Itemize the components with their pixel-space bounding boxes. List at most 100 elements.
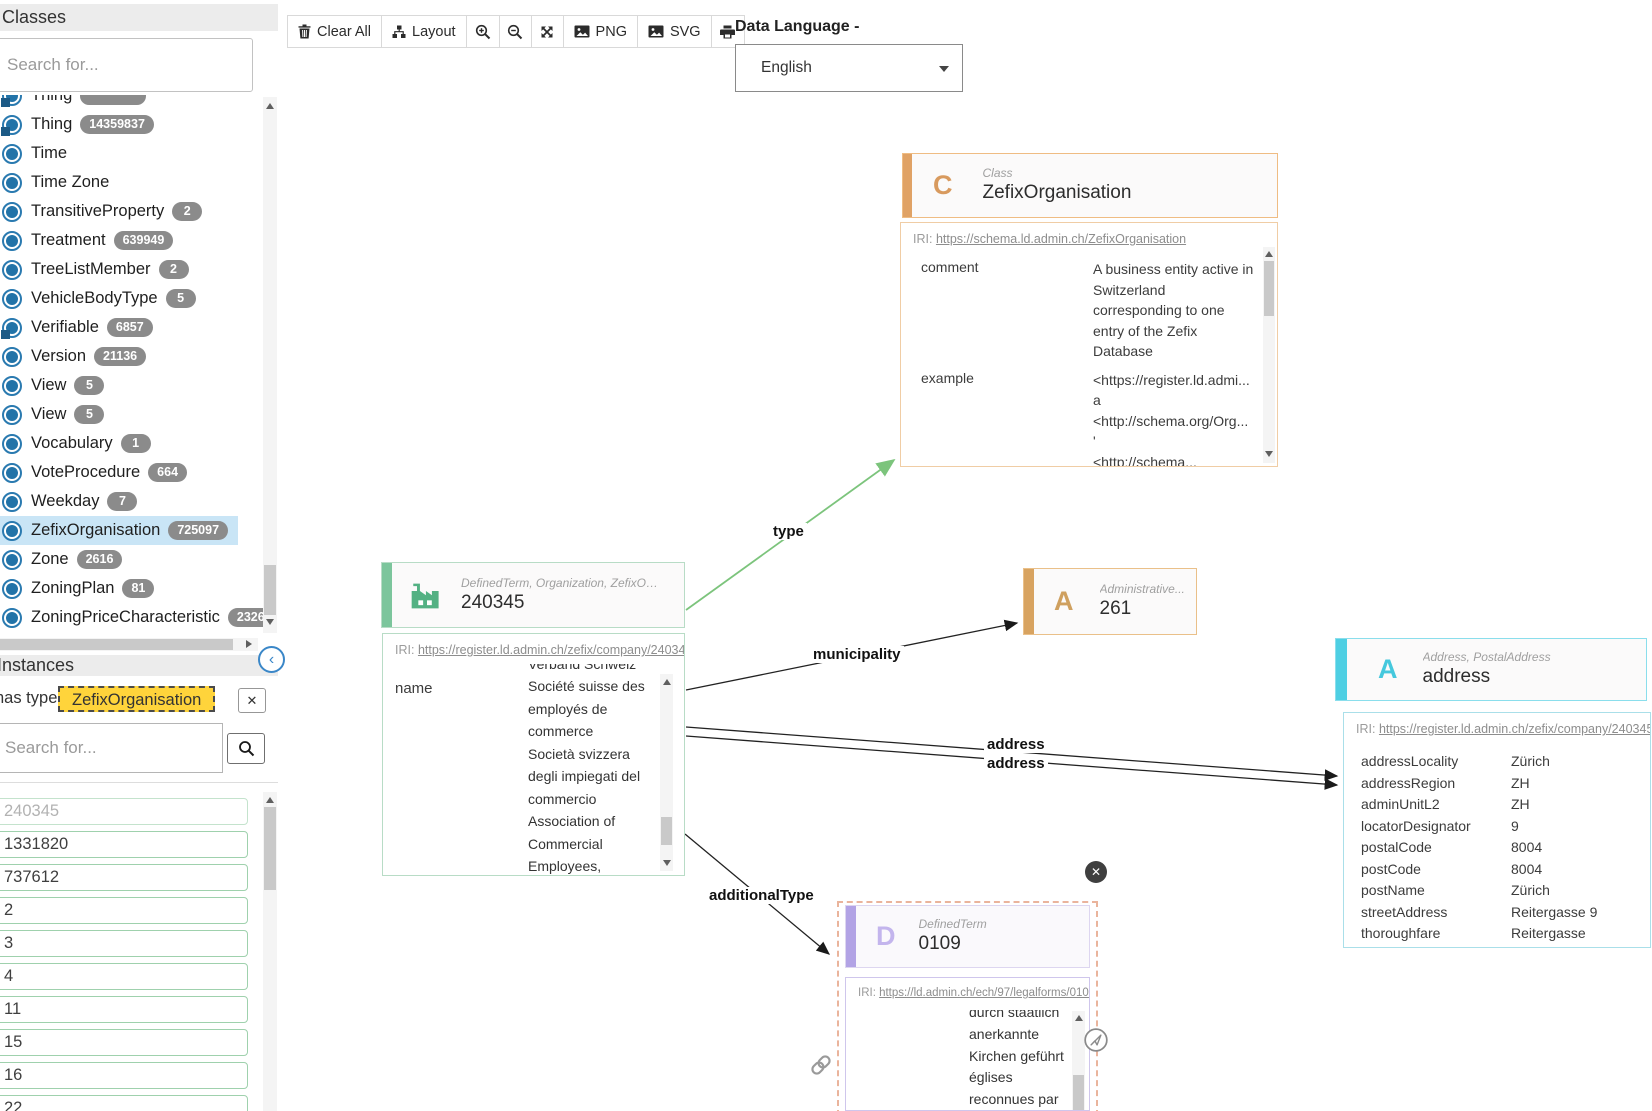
class-list-item[interactable]: VoteProcedure 664 [0,458,197,487]
link-icon[interactable] [808,1052,834,1083]
edge-label-type: type [770,523,807,540]
zoom-in-button[interactable] [466,15,500,48]
legalform-node-header[interactable]: D DefinedTerm 0109 [845,905,1090,968]
class-list-item-partial[interactable]: Thing [0,95,156,110]
instance-list-item[interactable]: 11 [0,996,248,1023]
language-select[interactable]: English [735,44,963,92]
node-scrollbar[interactable] [1263,247,1275,463]
classes-list: Thing Thing 14359837 Time Time Zone [0,95,263,635]
count-badge: 664 [148,463,187,482]
clear-all-button[interactable]: Clear All [287,15,382,48]
printer-icon [720,25,735,39]
class-letter-icon: C [933,170,953,201]
class-label: ZoningPriceCharacteristic [31,608,220,627]
instances-search-input[interactable] [0,723,223,773]
company-node-header[interactable]: DefinedTerm, Organization, ZefixOrganisa… [381,562,685,628]
count-badge: 1 [121,434,151,453]
iri-prefix: IRI: [858,987,876,999]
has-type-chip[interactable]: ZefixOrganisation [58,686,215,712]
address-letter-icon: A [1378,654,1398,685]
legalform-value: reconnues par [969,1089,1069,1111]
classes-scrollbar[interactable] [263,97,277,633]
iri-link[interactable]: https://ld.admin.ch/ech/97/legalforms/01… [879,987,1089,999]
close-node-button[interactable]: ✕ [1085,861,1107,883]
fit-view-button[interactable] [531,15,564,48]
node-kinds-label: Administrative... [1100,582,1185,597]
count-badge: 5 [74,405,104,424]
instances-scrollbar[interactable] [263,792,277,1111]
zoom-out-button[interactable] [499,15,532,48]
class-label: VoteProcedure [31,463,140,482]
class-list-item[interactable]: Time [0,139,77,168]
instance-list-item[interactable]: 1331820 [0,831,248,858]
classes-header-label: Classes [2,7,66,27]
address-node-details: IRI: https://register.ld.admin.ch/zefix/… [1343,712,1651,948]
class-node-header[interactable]: C Class ZefixOrganisation [902,153,1278,218]
class-list-item[interactable]: VehicleBodyType 5 [0,284,206,313]
property-value: Zürich [1511,751,1550,773]
class-list-item[interactable]: ZoningPriceCharacteristic 2326 [0,603,263,632]
instance-list-item[interactable]: 737612 [0,864,248,891]
instances-search-button[interactable] [227,733,265,764]
instance-list-item[interactable]: 15 [0,1029,248,1056]
classes-horizontal-scrollbar[interactable] [0,638,258,651]
class-icon [2,115,22,135]
node-title: 240345 [461,591,661,615]
class-list-item[interactable]: Thing 14359837 [0,110,164,139]
class-list-item[interactable]: View 5 [0,371,114,400]
class-list-item[interactable]: Version 21136 [0,342,156,371]
sidebar-collapse-button[interactable]: ‹ [258,646,285,673]
address-node-header[interactable]: A Address, PostalAddress address [1335,638,1647,701]
class-list-item[interactable]: View 5 [0,400,114,429]
class-label: Weekday [31,492,99,511]
instance-list-item[interactable]: 22 [0,1095,248,1111]
instance-list-item[interactable]: 2 [0,897,248,924]
classes-search-input[interactable] [0,38,253,92]
instance-list-item[interactable]: 16 [0,1062,248,1089]
has-type-filter-row: has type ZefixOrganisation ✕ [0,686,278,712]
has-type-clear-button[interactable]: ✕ [238,688,266,713]
node-scrollbar[interactable] [1072,1011,1085,1111]
class-list-item[interactable]: Weekday 7 [0,487,147,516]
class-list-item[interactable]: Zone 2616 [0,545,132,574]
class-list-item[interactable]: Vocabulary 1 [0,429,161,458]
administrative-node-header[interactable]: A Administrative... 261 [1023,568,1197,635]
property-label: name [395,680,433,697]
navigate-icon[interactable] [1083,1027,1109,1058]
node-accent-bar [382,563,392,627]
trash-icon [298,24,311,39]
class-list-item[interactable]: TransitiveProperty 2 [0,197,212,226]
node-title: 261 [1100,597,1185,621]
property-label: locatorDesignator [1361,816,1511,838]
class-icon [2,95,22,106]
class-list-item[interactable]: ZoningPlan 81 [0,574,164,603]
count-badge: 5 [74,376,104,395]
class-label: Vocabulary [31,434,113,453]
class-label: Zone [31,550,69,569]
instance-list-item[interactable]: 240345 [0,798,248,825]
count-badge: 21136 [94,347,146,366]
linked-data-graph-app: Classes Thing Thing 14359837 Time [0,0,1652,1111]
export-svg-button[interactable]: SVG [637,15,712,48]
address-row: streetAddress Reitergasse 9 [1361,902,1640,924]
factory-icon [409,581,441,609]
iri-link[interactable]: https://schema.ld.admin.ch/ZefixOrganisa… [936,232,1186,246]
class-list-item[interactable]: Treatment 639949 [0,226,183,255]
instance-list-item[interactable]: 3 [0,930,248,957]
class-list-item[interactable]: Verifiable 6857 [0,313,163,342]
layout-button[interactable]: Layout [381,15,467,48]
example-line: ' [1093,431,1263,452]
iri-link[interactable]: https://register.ld.admin.ch/zefix/compa… [1379,722,1650,736]
export-png-button[interactable]: PNG [563,15,638,48]
class-list-item[interactable]: TreeListMember 2 [0,255,199,284]
instance-list-item[interactable]: 4 [0,963,248,990]
count-badge: 2 [159,260,189,279]
class-icon [2,144,22,164]
iri-link[interactable]: https://register.ld.admin.ch/zefix/compa… [418,643,684,657]
node-scrollbar[interactable] [660,674,673,871]
property-value: Reitergasse 9 [1511,902,1597,924]
class-list-item[interactable]: ZefixOrganisation 725097 [0,516,238,545]
example-line: <http://schema.org/Org... [1093,411,1263,432]
class-list-item[interactable]: Time Zone [0,168,119,197]
name-value: Association of Commercial Employees, [528,810,660,876]
